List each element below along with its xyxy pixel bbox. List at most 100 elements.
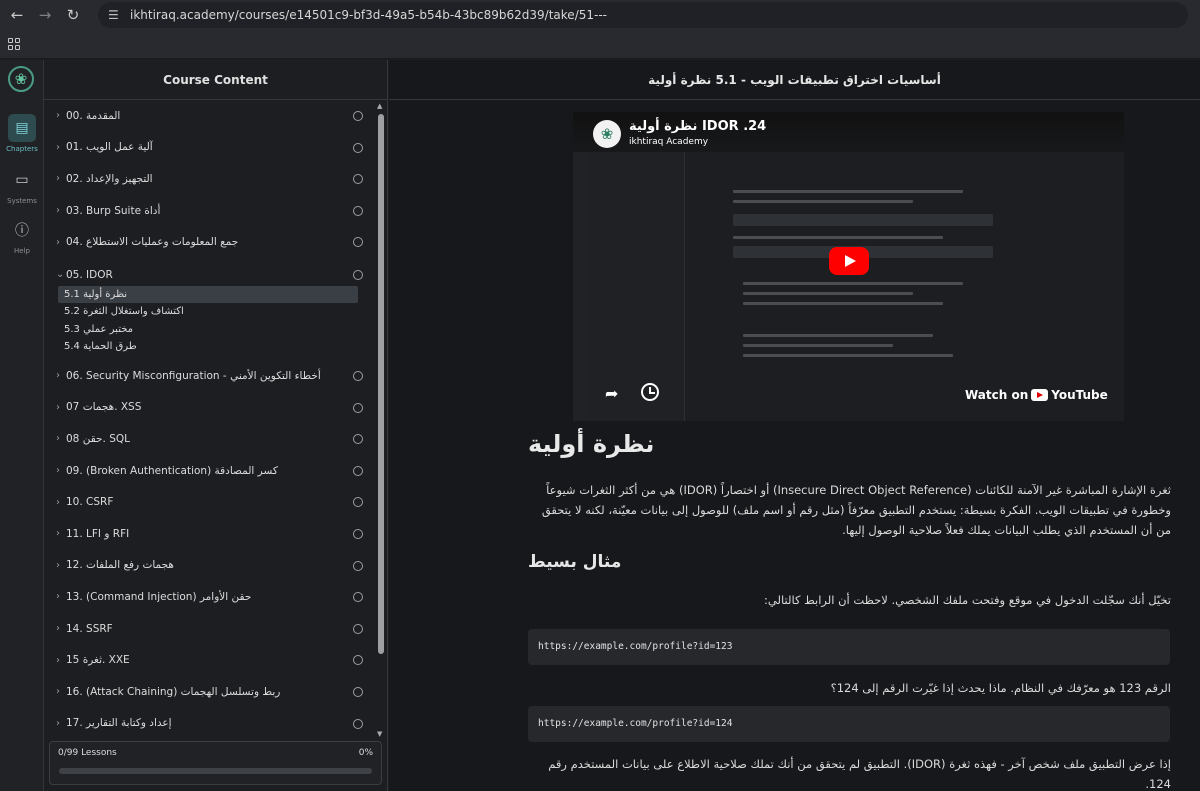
chapter-item[interactable]: › جمع المعلومات وعمليات الاستطلاع .04 bbox=[44, 226, 374, 258]
chevron-right-icon: › bbox=[56, 496, 60, 508]
chapter-item[interactable]: › ثغرة 15. XXE bbox=[44, 644, 374, 676]
course-sidebar: Course Content › المقدمة .00 › آلية عمل ال… bbox=[44, 60, 388, 791]
forward-arrow-icon[interactable]: → bbox=[34, 4, 56, 26]
status-circle-icon bbox=[353, 269, 363, 280]
bookmarks-bar bbox=[0, 30, 1200, 59]
status-circle-icon bbox=[353, 205, 363, 216]
lesson-content: ❀ 24. IDOR نظرة أولية ikhtiraq Academy ➦… bbox=[389, 100, 1200, 791]
lesson-item-active[interactable]: 5.1 نظرة أولية bbox=[58, 285, 358, 304]
video-title[interactable]: 24. IDOR نظرة أولية bbox=[629, 119, 766, 134]
status-circle-icon bbox=[353, 465, 363, 476]
section-heading: مثال بسيط bbox=[528, 552, 622, 572]
status-circle-icon bbox=[353, 718, 363, 729]
apps-grid-icon[interactable] bbox=[8, 38, 20, 50]
chevron-right-icon: › bbox=[56, 686, 60, 698]
status-circle-icon bbox=[353, 686, 363, 697]
chapter-item[interactable]: › التجهيز والإعداد .02 bbox=[44, 163, 374, 195]
chapter-item[interactable]: › 06. Security Misconfiguration - أخطاء ا… bbox=[44, 360, 374, 392]
main-panel: أساسيات اختراق تطبيقات الويب - 5.1 نظرة … bbox=[389, 60, 1200, 791]
academy-logo-icon[interactable]: ❀ bbox=[8, 66, 34, 92]
video-channel[interactable]: ikhtiraq Academy bbox=[629, 137, 708, 147]
watch-later-clock-icon[interactable] bbox=[641, 383, 659, 401]
browser-toolbar: ← → ↻ ☰ ikhtiraq.academy/courses/e14501c… bbox=[0, 0, 1200, 30]
chevron-right-icon: › bbox=[56, 236, 60, 248]
status-circle-icon bbox=[353, 592, 363, 603]
status-circle-icon bbox=[353, 655, 363, 666]
chevron-right-icon: › bbox=[56, 559, 60, 571]
back-arrow-icon[interactable]: ← bbox=[6, 4, 28, 26]
status-circle-icon bbox=[353, 402, 363, 413]
lesson-item[interactable]: 5.2 اكتشاف واستغلال الثغرة bbox=[44, 303, 358, 321]
status-circle-icon bbox=[353, 497, 363, 508]
chevron-right-icon: › bbox=[56, 528, 60, 540]
status-circle-icon bbox=[353, 174, 363, 185]
article-paragraph: إذا عرض التطبيق ملف شخص آخر - فهذه ثغرة … bbox=[548, 757, 1171, 791]
channel-avatar[interactable]: ❀ bbox=[593, 120, 621, 148]
reload-icon[interactable]: ↻ bbox=[62, 4, 84, 26]
watch-on-youtube-link[interactable]: Watch on YouTube bbox=[965, 388, 1108, 402]
article-paragraph: الرقم 123 هو معرّفك في النظام. ماذا يحدث… bbox=[830, 681, 1171, 695]
progress-percent: 0% bbox=[358, 748, 373, 758]
status-circle-icon bbox=[353, 528, 363, 539]
status-circle-icon bbox=[353, 370, 363, 381]
scroll-thumb[interactable] bbox=[378, 114, 384, 654]
rail-item-systems[interactable]: ▭ Systems bbox=[0, 166, 44, 205]
chapter-list: › المقدمة .00 › آلية عمل الويب .01 › التجهي… bbox=[44, 100, 374, 740]
progress-label: 0/99 Lessons bbox=[58, 748, 117, 758]
lesson-item[interactable]: 5.4 طرق الحماية bbox=[44, 338, 358, 356]
chapter-item[interactable]: › 03. Burp Suite أداة bbox=[44, 195, 374, 227]
chapter-item[interactable]: › 13. (Command Injection) حقن الأوامر bbox=[44, 581, 374, 613]
chapter-item[interactable]: › إعداد وكتابة التقارير .17 bbox=[44, 708, 374, 740]
chapter-item[interactable]: › هجمات رفع الملفات .12 bbox=[44, 550, 374, 582]
share-icon[interactable]: ➦ bbox=[605, 384, 618, 403]
help-circle-icon: ⓘ bbox=[15, 223, 29, 239]
scroll-up-arrow-icon[interactable]: ▲ bbox=[377, 102, 382, 110]
chapter-item[interactable]: › 16. (Attack Chaining) ربط وتسلسل الهجما… bbox=[44, 676, 374, 708]
chapter-item[interactable]: › 14. SSRF bbox=[44, 613, 374, 645]
chapter-item[interactable]: › المقدمة .00 bbox=[44, 100, 374, 132]
chapter-item[interactable]: › حقن 08. SQL bbox=[44, 423, 374, 455]
chevron-right-icon: › bbox=[56, 173, 60, 185]
code-block: https://example.com/profile?id=124 bbox=[528, 706, 1170, 742]
address-bar[interactable]: ☰ ikhtiraq.academy/courses/e14501c9-bf3d… bbox=[98, 2, 1188, 28]
chevron-down-icon: ⌄ bbox=[56, 269, 65, 281]
article-paragraph: ثغرة الإشارة المباشرة غير الآمنة للكائنا… bbox=[541, 483, 1171, 537]
play-button[interactable] bbox=[829, 247, 869, 275]
chapter-item[interactable]: › 09. (Broken Authentication) كسر المصادق… bbox=[44, 455, 374, 487]
chapter-item[interactable]: › 10. CSRF bbox=[44, 486, 374, 518]
chevron-right-icon: › bbox=[56, 401, 60, 413]
book-icon: ▤ bbox=[8, 114, 36, 142]
chevron-right-icon: › bbox=[56, 623, 60, 635]
chevron-right-icon: › bbox=[56, 433, 60, 445]
chevron-right-icon: › bbox=[56, 205, 60, 217]
chapter-item[interactable]: › هجمات 07. XSS bbox=[44, 392, 374, 424]
rail-item-help[interactable]: ⓘ Help bbox=[0, 216, 44, 255]
course-progress: 0/99 Lessons 0% bbox=[49, 741, 382, 785]
chevron-right-icon: › bbox=[56, 370, 60, 382]
monitor-icon: ▭ bbox=[15, 172, 29, 188]
chevron-right-icon: › bbox=[56, 717, 60, 729]
url-text: ikhtiraq.academy/courses/e14501c9-bf3d-4… bbox=[130, 8, 607, 22]
video-embed[interactable]: ❀ 24. IDOR نظرة أولية ikhtiraq Academy ➦… bbox=[573, 112, 1124, 421]
scroll-down-arrow-icon[interactable]: ▼ bbox=[377, 730, 382, 738]
youtube-logo-icon bbox=[1031, 389, 1049, 401]
chapter-item[interactable]: › 11. LFI و RFI bbox=[44, 518, 374, 550]
chevron-right-icon: › bbox=[56, 654, 60, 666]
rail-item-chapters[interactable]: ▤ Chapters bbox=[0, 114, 44, 153]
chevron-right-icon: › bbox=[56, 591, 60, 603]
sidebar-scrollbar[interactable]: ▲ ▼ bbox=[375, 100, 387, 740]
status-circle-icon bbox=[353, 111, 363, 121]
chevron-right-icon: › bbox=[56, 465, 60, 477]
chapter-item-open[interactable]: ⌄ 05. IDOR bbox=[44, 264, 374, 286]
status-circle-icon bbox=[353, 560, 363, 571]
lesson-item[interactable]: 5.3 مختبر عملي bbox=[44, 321, 358, 339]
status-circle-icon bbox=[353, 237, 363, 248]
article-heading: نظرة أولية bbox=[528, 430, 655, 458]
article-paragraph: تخيّل أنك سجّلت الدخول في موقع وفتحت ملف… bbox=[764, 593, 1171, 607]
chevron-right-icon: › bbox=[56, 141, 60, 153]
progress-bar bbox=[59, 768, 372, 774]
page-title: أساسيات اختراق تطبيقات الويب - 5.1 نظرة … bbox=[389, 60, 1200, 100]
chapter-item[interactable]: › آلية عمل الويب .01 bbox=[44, 132, 374, 164]
sidebar-title: Course Content bbox=[44, 60, 387, 100]
site-settings-icon[interactable]: ☰ bbox=[108, 8, 122, 22]
